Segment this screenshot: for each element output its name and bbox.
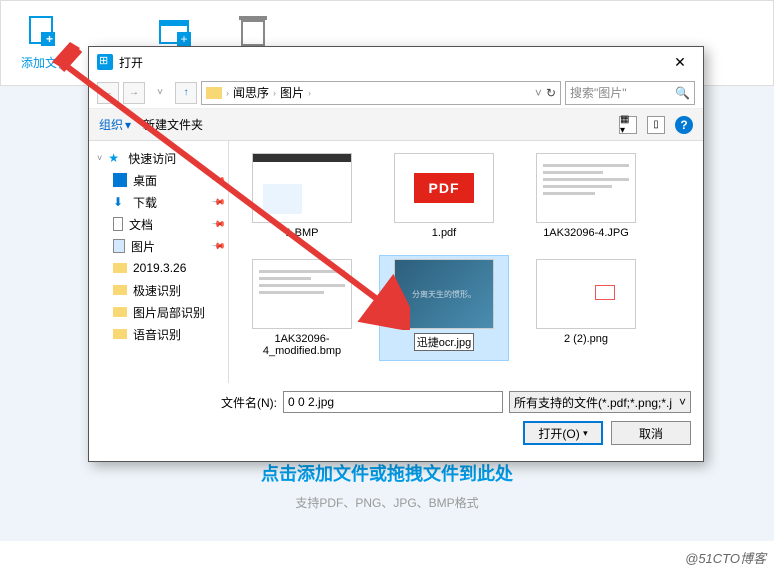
organize-menu[interactable]: 组织 ▾: [99, 116, 131, 133]
nav-up-button[interactable]: ↑: [175, 82, 197, 104]
sidebar-folder-4[interactable]: 语音识别: [93, 323, 224, 345]
star-icon: ★: [108, 151, 122, 165]
sidebar-pictures[interactable]: 图片📌: [93, 235, 224, 257]
document-icon: [113, 217, 123, 231]
new-folder-button[interactable]: 新建文件夹: [143, 116, 203, 133]
view-options-button[interactable]: ▦ ▾: [619, 116, 637, 134]
sidebar-folder-2[interactable]: 极速识别: [93, 279, 224, 301]
preview-toggle-button[interactable]: ▯: [647, 116, 665, 134]
folder-icon: [206, 87, 222, 99]
file-name: 1.pdf: [432, 227, 456, 239]
filetype-filter[interactable]: 所有支持的文件(*.pdf;*.png;*.j ˅: [509, 391, 691, 413]
collapse-icon: ˅: [97, 153, 102, 163]
file-item[interactable]: 1AK32096-4.JPG: [521, 149, 651, 243]
refresh-icon[interactable]: ↻: [546, 86, 556, 100]
crumb-1[interactable]: 闻思序: [233, 84, 269, 101]
folder-icon: [113, 263, 127, 273]
dialog-body: ˅ ★ 快速访问 桌面📌 ⬇ 下载📌 文档📌 图片📌: [89, 141, 703, 383]
desktop-icon: [113, 173, 127, 187]
address-bar[interactable]: › 闻思序 › 图片 › ˅ ↻: [201, 81, 561, 105]
file-name: 1AK32096-4_modified.bmp: [241, 333, 363, 357]
filename-label: 文件名(N):: [221, 394, 277, 411]
nav-fwd-button[interactable]: →: [123, 82, 145, 104]
dialog-icon: [97, 54, 113, 70]
thumbnail: 分离天生的惯形。: [394, 259, 494, 329]
sidebar-desktop[interactable]: 桌面📌: [93, 169, 224, 191]
watermark: @51CTO博客: [685, 548, 766, 567]
folder-icon: [113, 329, 127, 339]
chevron-down-icon: ▾: [125, 118, 131, 132]
thumbnail: PDF: [394, 153, 494, 223]
dialog-titlebar[interactable]: 打开 ✕: [89, 47, 703, 77]
pictures-icon: [113, 239, 125, 253]
pin-icon: 📌: [211, 194, 227, 210]
open-dialog: 打开 ✕ ← → ˅ ↑ › 闻思序 › 图片 › ˅ ↻ 搜索"图片" 🔍 组…: [88, 46, 704, 462]
add-folder-button[interactable]: [159, 16, 191, 48]
dialog-footer: 文件名(N): 所有支持的文件(*.pdf;*.png;*.j ˅ 打开(O) …: [89, 383, 703, 461]
pdf-badge: PDF: [414, 173, 474, 203]
add-file-button[interactable]: 添加文件: [21, 16, 69, 71]
file-item[interactable]: 1AK32096-4_modified.bmp: [237, 255, 367, 361]
folder-icon: [113, 285, 127, 295]
sidebar-folder-3[interactable]: 图片局部识别: [93, 301, 224, 323]
dialog-toolbar: 组织 ▾ 新建文件夹 ▦ ▾ ▯ ?: [89, 109, 703, 141]
drop-title: 点击添加文件或拖拽文件到此处: [0, 460, 774, 486]
thumbnail: [252, 153, 352, 223]
nav-back-button[interactable]: ←: [97, 82, 119, 104]
chevron-right-icon: ›: [226, 88, 229, 98]
file-item[interactable]: 2 (2).png: [521, 255, 651, 361]
pin-icon: 📌: [211, 172, 227, 188]
file-name: 2 (2).png: [564, 333, 608, 345]
file-name: 1.BMP: [285, 227, 318, 239]
sidebar-quick-access[interactable]: ˅ ★ 快速访问: [93, 147, 224, 169]
file-name: 1AK32096-4.JPG: [543, 227, 629, 239]
pin-icon: 📌: [211, 238, 227, 254]
file-item[interactable]: PDF 1.pdf: [379, 149, 509, 243]
download-icon: ⬇: [113, 195, 127, 209]
help-icon[interactable]: ?: [675, 116, 693, 134]
trash-icon: [241, 20, 265, 46]
thumbnail: [536, 259, 636, 329]
search-icon: 🔍: [675, 86, 690, 100]
dialog-title: 打开: [119, 54, 143, 71]
chevron-right-icon: ›: [273, 88, 276, 98]
addr-dropdown-icon[interactable]: ˅: [535, 86, 542, 100]
add-file-icon: [29, 16, 53, 44]
cancel-button[interactable]: 取消: [611, 421, 691, 445]
nav-sidebar: ˅ ★ 快速访问 桌面📌 ⬇ 下载📌 文档📌 图片📌: [89, 141, 229, 383]
file-item-selected[interactable]: 分离天生的惯形。 迅捷ocr.jpg: [379, 255, 509, 361]
split-dropdown-icon[interactable]: ▾: [583, 428, 588, 439]
add-file-label: 添加文件: [21, 54, 69, 71]
thumbnail: [252, 259, 352, 329]
search-placeholder: 搜索"图片": [570, 84, 627, 101]
nav-history-button[interactable]: ˅: [149, 82, 171, 104]
file-name: 迅捷ocr.jpg: [414, 333, 474, 351]
file-item[interactable]: 1.BMP: [237, 149, 367, 243]
drop-subtitle: 支持PDF、PNG、JPG、BMP格式: [0, 494, 774, 511]
thumbnail: [536, 153, 636, 223]
sidebar-downloads[interactable]: ⬇ 下载📌: [93, 191, 224, 213]
close-icon[interactable]: ✕: [665, 54, 695, 71]
search-input[interactable]: 搜索"图片" 🔍: [565, 81, 695, 105]
sidebar-documents[interactable]: 文档📌: [93, 213, 224, 235]
open-button[interactable]: 打开(O) ▾: [523, 421, 603, 445]
folder-icon: [113, 307, 127, 317]
chevron-down-icon: ˅: [679, 395, 686, 409]
trash-button[interactable]: [241, 16, 273, 48]
sidebar-folder-1[interactable]: 2019.3.26: [93, 257, 224, 279]
nav-bar: ← → ˅ ↑ › 闻思序 › 图片 › ˅ ↻ 搜索"图片" 🔍: [89, 77, 703, 109]
pin-icon: 📌: [211, 216, 227, 232]
chevron-right-icon: ›: [308, 88, 311, 98]
file-list[interactable]: 1.BMP PDF 1.pdf 1AK32096-4.JPG 1AK32096-…: [229, 141, 703, 383]
add-folder-icon: [159, 20, 189, 44]
crumb-2[interactable]: 图片: [280, 84, 304, 101]
filename-input[interactable]: [283, 391, 503, 413]
